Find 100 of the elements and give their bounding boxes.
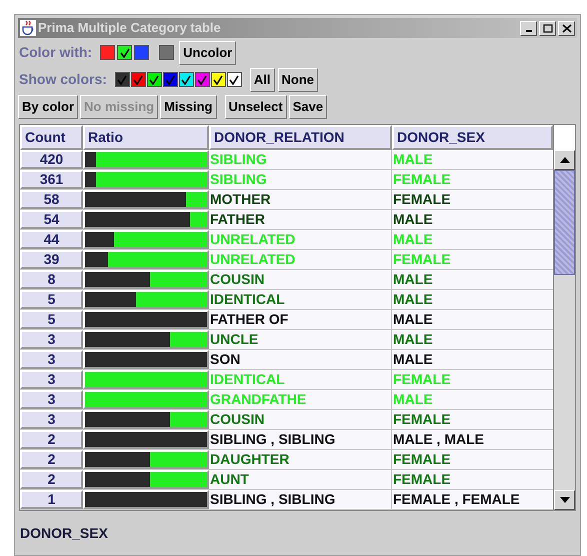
check-icon	[133, 74, 144, 84]
count-cell: 420	[20, 150, 83, 169]
scroll-down-icon	[560, 497, 570, 503]
color-checkbox[interactable]	[114, 72, 130, 87]
color-checkbox[interactable]	[226, 72, 242, 87]
check-icon	[117, 74, 128, 84]
toolbar-button[interactable]: Missing	[160, 94, 216, 119]
relation-cell: SON	[209, 350, 392, 369]
relation-cell: MOTHER	[209, 190, 392, 209]
relation-cell: AUNT	[209, 470, 392, 489]
color-checkbox[interactable]	[134, 45, 150, 60]
count-cell: 1	[20, 490, 83, 509]
relation-cell: FATHER	[209, 210, 392, 229]
sex-cell: MALE	[392, 230, 553, 249]
sex-cell: MALE	[392, 270, 553, 289]
count-cell: 58	[20, 190, 83, 209]
count-cell: 8	[20, 270, 83, 289]
scroll-thumb[interactable]	[554, 170, 575, 275]
relation-cell: SIBLING	[209, 150, 392, 169]
maximize-button[interactable]	[539, 20, 556, 36]
count-cell: 54	[20, 210, 83, 229]
count-cell: 3	[20, 350, 83, 369]
count-cell: 3	[20, 390, 83, 409]
count-cell: 3	[20, 370, 83, 389]
count-cell: 39	[20, 250, 83, 269]
color-checkbox[interactable]	[117, 45, 132, 60]
check-icon	[149, 74, 160, 84]
column-header[interactable]: DONOR_SEX	[392, 125, 553, 150]
sex-cell: FEMALE	[392, 190, 553, 209]
column-header[interactable]: Ratio	[83, 125, 209, 150]
toolbar-button[interactable]: None	[278, 68, 318, 92]
relation-cell: FATHER OF	[209, 310, 392, 329]
relation-cell: UNRELATED	[209, 250, 392, 269]
relation-cell: SIBLING , SIBLING	[209, 490, 392, 509]
color-checkbox[interactable]	[130, 72, 146, 87]
relation-cell: COUSIN	[209, 270, 392, 289]
maximize-icon	[542, 24, 552, 32]
sex-cell: FEMALE	[392, 170, 553, 189]
sex-cell: FEMALE , FEMALE	[392, 490, 553, 509]
close-button[interactable]	[558, 20, 575, 36]
relation-cell: COUSIN	[209, 410, 392, 429]
count-cell: 5	[20, 310, 83, 329]
color-checkbox[interactable]	[194, 72, 210, 87]
sex-cell: MALE	[392, 310, 553, 329]
relation-cell: SIBLING , SIBLING	[209, 430, 392, 449]
relation-cell: IDENTICAL	[209, 290, 392, 309]
color-checkbox[interactable]	[159, 45, 174, 60]
sex-cell: FEMALE	[392, 450, 553, 469]
window-title: Prima Multiple Category table	[38, 19, 222, 38]
sex-cell: FEMALE	[392, 470, 553, 489]
sex-cell: MALE , MALE	[392, 430, 553, 449]
count-cell: 361	[20, 170, 83, 189]
scroll-up-icon	[560, 157, 570, 163]
sex-cell: MALE	[392, 330, 553, 349]
sex-cell: MALE	[392, 290, 553, 309]
relation-cell: DAUGHTER	[209, 450, 392, 469]
color-checkbox[interactable]	[162, 72, 178, 87]
column-header[interactable]: DONOR_RELATION	[209, 125, 392, 150]
minimize-button[interactable]	[520, 20, 537, 36]
color-checkbox[interactable]	[146, 72, 162, 87]
color-checkbox[interactable]	[178, 72, 194, 87]
count-cell: 2	[20, 430, 83, 449]
sex-cell: MALE	[392, 210, 553, 229]
scrollbar[interactable]	[553, 125, 575, 510]
count-cell: 2	[20, 450, 83, 469]
color-checkbox[interactable]	[100, 45, 116, 60]
minimize-icon	[526, 30, 532, 32]
uncolor-button[interactable]: Uncolor	[179, 40, 236, 64]
column-header[interactable]: Count	[20, 125, 83, 150]
count-cell: 2	[20, 470, 83, 489]
toolbar-button[interactable]: Unselect	[224, 94, 287, 119]
check-icon	[120, 48, 130, 58]
check-icon	[213, 74, 224, 84]
relation-cell: UNRELATED	[209, 230, 392, 249]
check-icon	[165, 74, 176, 84]
close-icon	[562, 24, 572, 32]
count-cell: 44	[20, 230, 83, 249]
count-cell: 3	[20, 330, 83, 349]
check-icon	[229, 74, 240, 84]
toolbar-button[interactable]: All	[250, 68, 275, 92]
relation-cell: SIBLING	[209, 170, 392, 189]
sex-cell: MALE	[392, 150, 553, 169]
toolbar-button[interactable]: Save	[288, 94, 328, 119]
relation-cell: GRANDFATHE	[209, 390, 392, 409]
color-with-label: Color with:	[19, 43, 92, 62]
relation-cell: UNCLE	[209, 330, 392, 349]
show-colors-label: Show colors:	[19, 70, 107, 89]
color-checkbox[interactable]	[210, 72, 226, 87]
status-text: DONOR_SEX	[20, 524, 108, 542]
count-cell: 5	[20, 290, 83, 309]
check-icon	[197, 74, 208, 84]
relation-cell: IDENTICAL	[209, 370, 392, 389]
toolbar-button[interactable]: By color	[18, 94, 78, 119]
sex-cell: MALE	[392, 390, 553, 409]
count-cell: 3	[20, 410, 83, 429]
check-icon	[181, 74, 192, 84]
sex-cell: FEMALE	[392, 370, 553, 389]
sex-cell: FEMALE	[392, 410, 553, 429]
cup-icon	[20, 20, 36, 36]
sex-cell: MALE	[392, 350, 553, 369]
